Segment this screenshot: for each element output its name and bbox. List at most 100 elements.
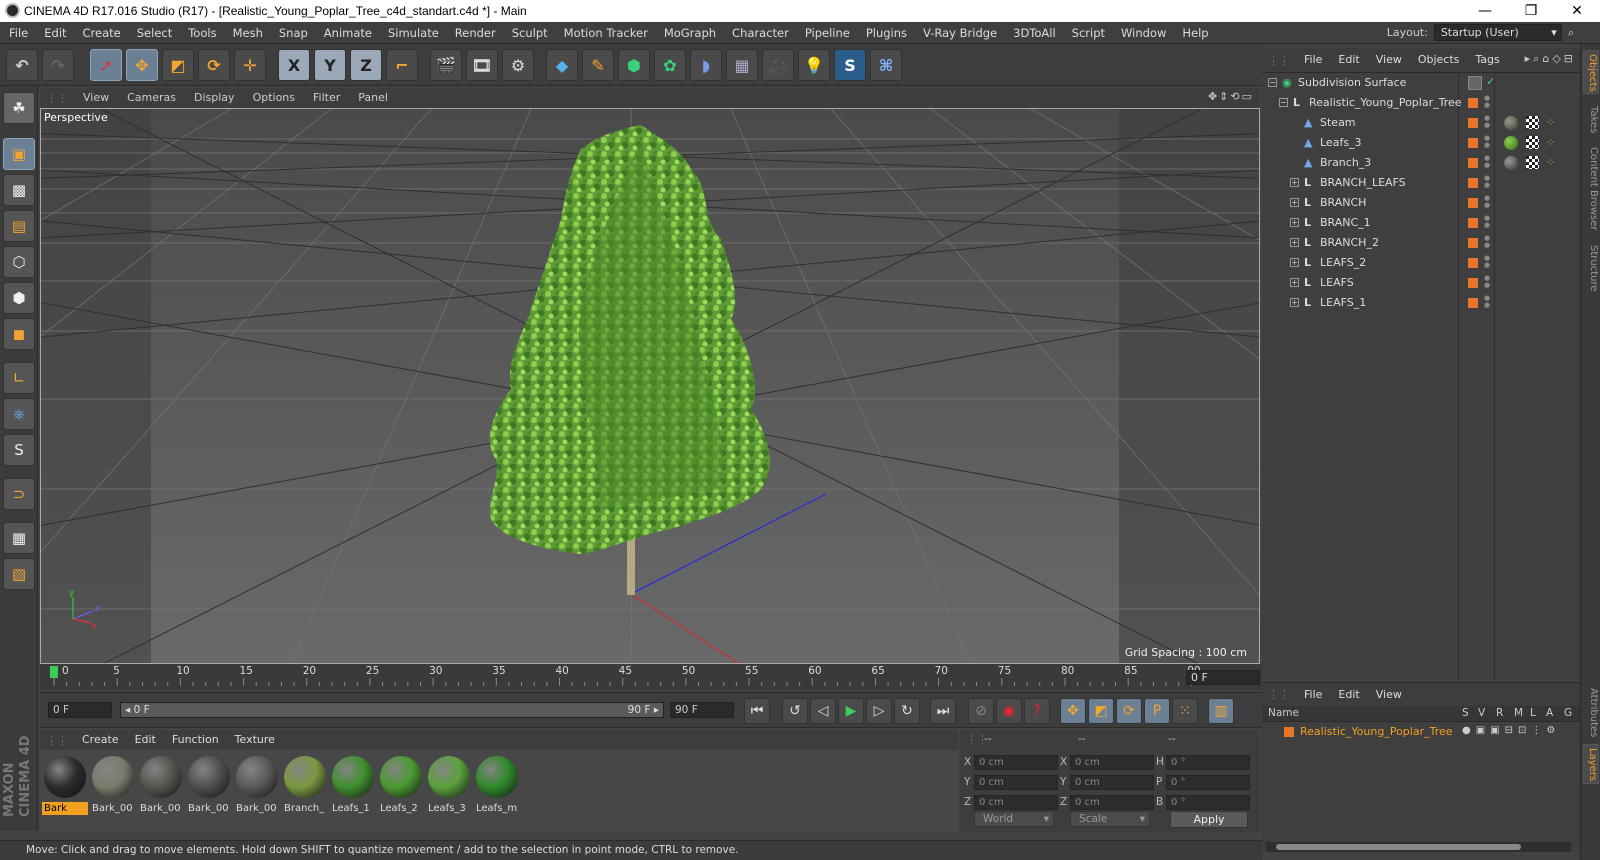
camera-icon[interactable]: 🎥: [762, 49, 794, 81]
material-swatch[interactable]: Bark_00: [138, 754, 184, 818]
layer-col-manager[interactable]: M: [1514, 707, 1523, 719]
z-axis-lock-icon[interactable]: Z: [350, 49, 382, 81]
material-swatch[interactable]: Bark_00: [90, 754, 136, 818]
object-name[interactable]: LEAFS_1: [1320, 296, 1366, 309]
layer-col-locked[interactable]: L: [1530, 707, 1536, 719]
undo-icon[interactable]: ↶: [6, 49, 38, 81]
go-to-end-icon[interactable]: ⏭: [930, 698, 956, 724]
object-menu-objects[interactable]: Objects: [1410, 48, 1468, 72]
previous-keyframe-icon[interactable]: ↺: [782, 698, 808, 724]
menu-script[interactable]: Script: [1064, 22, 1113, 44]
collapse-icon[interactable]: −: [1279, 98, 1288, 107]
uvw-tag-icon[interactable]: [1526, 116, 1539, 129]
material-menu-texture[interactable]: Texture: [227, 730, 283, 750]
expand-icon[interactable]: +: [1290, 278, 1299, 287]
go-to-start-icon[interactable]: ⏮: [744, 698, 770, 724]
menu-plugins[interactable]: Plugins: [858, 22, 915, 44]
minimize-button[interactable]: —: [1462, 0, 1508, 22]
object-row[interactable]: ▲ Branch_3 ● ● ⁘: [1262, 153, 1580, 173]
layer-color-swatch[interactable]: [1468, 178, 1478, 188]
vray-icon[interactable]: S: [834, 49, 866, 81]
menu-animate[interactable]: Animate: [316, 22, 380, 44]
menu-simulate[interactable]: Simulate: [380, 22, 447, 44]
object-name[interactable]: LEAFS_2: [1320, 256, 1366, 269]
object-name[interactable]: Subdivision Surface: [1298, 76, 1406, 89]
next-frame-icon[interactable]: ▷: [866, 698, 892, 724]
rot-h-field[interactable]: 0 °: [1166, 755, 1250, 770]
layer-color-swatch[interactable]: [1468, 218, 1478, 228]
rot-p-field[interactable]: 0 °: [1166, 775, 1250, 790]
object-name[interactable]: LEAFS: [1320, 276, 1354, 289]
tab-structure[interactable]: Structure: [1583, 240, 1599, 296]
visibility-dots-icon[interactable]: ● ●: [1484, 115, 1490, 129]
close-button[interactable]: ✕: [1554, 0, 1600, 22]
layer-col-animation[interactable]: A: [1546, 707, 1553, 719]
layer-color-swatch[interactable]: [1468, 98, 1478, 108]
menu-snap[interactable]: Snap: [271, 22, 316, 44]
material-tag-icon[interactable]: [1504, 156, 1518, 170]
visibility-dots-icon[interactable]: ● ●: [1484, 155, 1490, 169]
menu-help[interactable]: Help: [1174, 22, 1216, 44]
material-swatch[interactable]: Branch_: [282, 754, 328, 818]
object-row[interactable]: − L Realistic_Young_Poplar_Tree ● ●: [1262, 93, 1580, 113]
layer-scrollbar[interactable]: [1266, 842, 1571, 852]
timeline-ruler[interactable]: 051015202530354045505560657075808590: [40, 664, 1262, 690]
object-name[interactable]: Steam: [1320, 116, 1356, 129]
object-row[interactable]: ▲ Steam ● ● ⁘: [1262, 113, 1580, 133]
key-parameter-icon[interactable]: P: [1144, 698, 1170, 724]
size-x-field[interactable]: 0 cm: [1070, 755, 1154, 770]
menu-vray-bridge[interactable]: V-Ray Bridge: [915, 22, 1005, 44]
magnet-icon[interactable]: ⊃: [3, 478, 35, 510]
tab-objects[interactable]: Objects: [1583, 50, 1599, 94]
scale-tool-icon[interactable]: ◩: [162, 49, 194, 81]
axis-mode-icon[interactable]: ∟: [3, 362, 35, 394]
material-swatch[interactable]: Bark: [42, 754, 88, 818]
timeline-end-frame-field[interactable]: 0 F: [1186, 670, 1260, 685]
coordinate-system-icon[interactable]: ⌐: [386, 49, 418, 81]
object-menu-edit[interactable]: Edit: [1330, 48, 1367, 72]
next-keyframe-icon[interactable]: ↻: [894, 698, 920, 724]
size-z-field[interactable]: 0 cm: [1070, 795, 1154, 810]
key-position-icon[interactable]: ✥: [1060, 698, 1086, 724]
points-mode-icon[interactable]: ⬡: [3, 246, 35, 278]
uvw-tag-icon[interactable]: [1526, 156, 1539, 169]
play-icon[interactable]: ▶: [838, 698, 864, 724]
menu-mograph[interactable]: MoGraph: [656, 22, 724, 44]
move-tool-icon[interactable]: ✥: [126, 49, 158, 81]
scroll-thumb[interactable]: [1276, 844, 1521, 850]
material-swatch[interactable]: Leafs_2: [378, 754, 424, 818]
light-icon[interactable]: 💡: [798, 49, 830, 81]
timeline-window-icon[interactable]: ▥: [1208, 698, 1234, 724]
viewport-menu-display[interactable]: Display: [185, 88, 244, 108]
layer-row[interactable]: Realistic_Young_Poplar_Tree ●▣▣⊟⊡⋮⚙: [1262, 723, 1580, 741]
menu-edit[interactable]: Edit: [36, 22, 74, 44]
y-axis-lock-icon[interactable]: Y: [314, 49, 346, 81]
floor-scene-icon[interactable]: ▦: [726, 49, 758, 81]
restore-button[interactable]: ❐: [1508, 0, 1554, 22]
visibility-dots-icon[interactable]: ● ●: [1484, 295, 1490, 309]
pos-y-field[interactable]: 0 cm: [974, 775, 1058, 790]
object-row[interactable]: + L LEAFS_2 ● ●: [1262, 253, 1580, 273]
layer-color-swatch[interactable]: [1468, 298, 1478, 308]
live-selection-icon[interactable]: ➚: [90, 49, 122, 81]
menu-sculpt[interactable]: Sculpt: [504, 22, 556, 44]
visibility-dots-icon[interactable]: ● ●: [1484, 255, 1490, 269]
selection-tag-icon[interactable]: ⁘: [1546, 136, 1558, 149]
object-name[interactable]: BRANCH_LEAFS: [1320, 176, 1406, 189]
cube-primitive-icon[interactable]: ◆: [546, 49, 578, 81]
viewport-menu-view[interactable]: View: [74, 88, 118, 108]
menu-render[interactable]: Render: [447, 22, 504, 44]
object-name[interactable]: Branch_3: [1320, 156, 1371, 169]
menu-pipeline[interactable]: Pipeline: [797, 22, 858, 44]
visibility-dots-icon[interactable]: ● ●: [1484, 175, 1490, 189]
viewport-menu-options[interactable]: Options: [244, 88, 304, 108]
rotate-tool-icon[interactable]: ⟳: [198, 49, 230, 81]
material-swatch[interactable]: Leafs_3: [426, 754, 472, 818]
record-active-objects-icon[interactable]: ⊘: [968, 698, 994, 724]
render-view-icon[interactable]: 🎬: [430, 49, 462, 81]
polygons-mode-icon[interactable]: ◼: [3, 318, 35, 350]
lock-workplane-icon[interactable]: ▦: [3, 522, 35, 554]
range-slider[interactable]: ◂ 0 F 90 F ▸: [120, 702, 664, 718]
expand-icon[interactable]: +: [1290, 238, 1299, 247]
viewport-perspective[interactable]: y z x Perspective Grid Spacing : 100 cm: [40, 108, 1260, 664]
